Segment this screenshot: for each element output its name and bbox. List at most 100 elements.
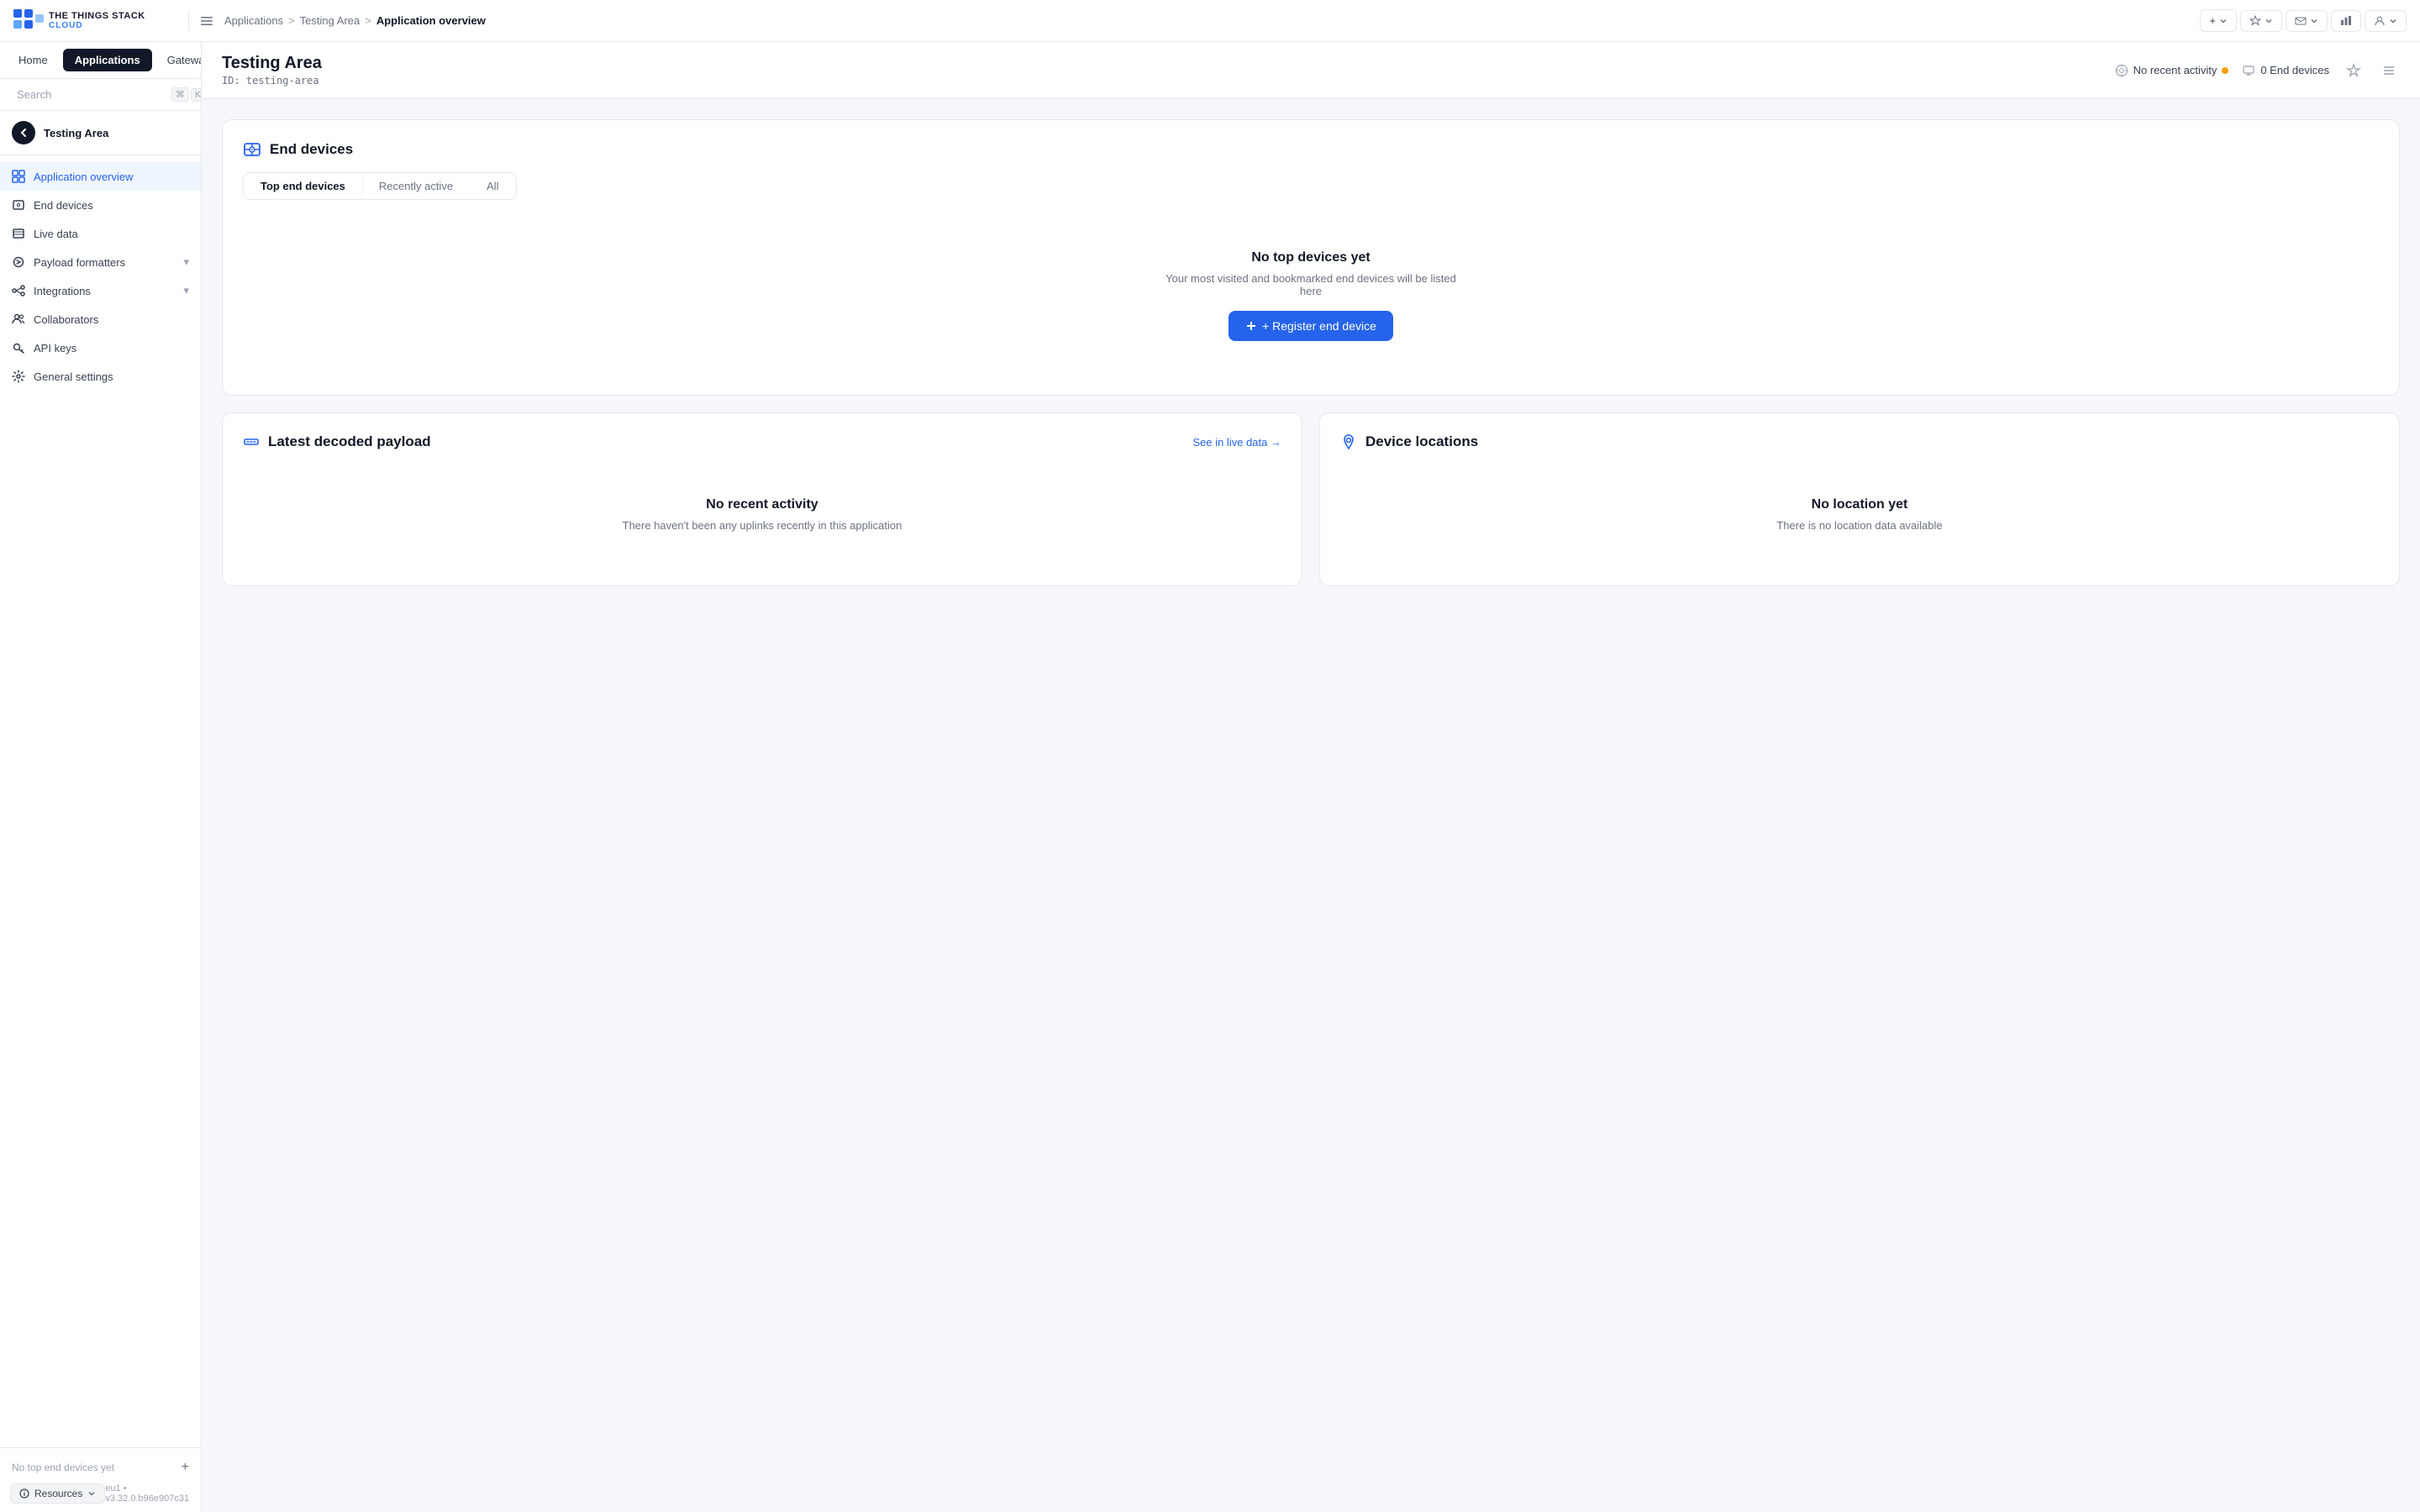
devices-icon — [2242, 64, 2255, 77]
main-layout: Home Applications Gateways ⌘ K Testing A… — [0, 42, 2420, 1512]
payload-title: Latest decoded payload — [268, 433, 431, 450]
register-btn-label: + Register end device — [1262, 319, 1376, 333]
mail-button[interactable] — [2286, 10, 2328, 32]
search-shortcut: ⌘ K — [171, 87, 202, 102]
tab-all[interactable]: All — [470, 173, 515, 199]
no-devices-desc: Your most visited and bookmarked end dev… — [1160, 272, 1462, 297]
activity-icon — [2115, 64, 2128, 77]
sidebar-item-label: Integrations — [34, 285, 91, 297]
sidebar-item-payload-formatters[interactable]: Payload formatters ▾ — [0, 248, 201, 276]
payload-empty-title: No recent activity — [706, 497, 818, 512]
add-device-button[interactable]: + — [182, 1460, 189, 1475]
breadcrumb-testing-area[interactable]: Testing Area — [300, 14, 360, 27]
search-input[interactable] — [17, 88, 165, 101]
payload-icon — [243, 433, 260, 450]
search-cmd-key: ⌘ — [171, 87, 189, 102]
user-button[interactable] — [2365, 10, 2407, 32]
sidebar-collapse-button[interactable] — [196, 10, 218, 32]
chart-icon — [2340, 15, 2352, 27]
sidebar-no-devices: No top end devices yet + — [10, 1457, 191, 1478]
sidebar-app-header: Testing Area — [0, 111, 201, 155]
nav-applications[interactable]: Applications — [63, 49, 152, 71]
chevron-down-icon — [2219, 17, 2228, 25]
location-empty-desc: There is no location data available — [1776, 519, 1942, 532]
app-header-right: No recent activity 0 End devices — [2115, 60, 2400, 81]
end-devices-card-header: End devices — [243, 140, 2379, 159]
chevron-icon: ▾ — [183, 255, 189, 269]
back-arrow-icon — [18, 128, 29, 138]
bookmark-header-button[interactable] — [2343, 60, 2365, 81]
menu-header-button[interactable] — [2378, 60, 2400, 81]
nav-gateways[interactable]: Gateways — [155, 49, 202, 71]
sidebar-bottom-bar: Resources eu1 • v3.32.0.b96e907c31 — [10, 1483, 191, 1504]
resources-button[interactable]: Resources — [10, 1483, 105, 1504]
end-devices-card: End devices Top end devices Recently act… — [222, 119, 2400, 396]
search-bar: ⌘ K — [0, 79, 201, 111]
overview-icon — [12, 170, 25, 183]
main-content-area: Testing Area ID: testing-area No recent … — [202, 42, 2420, 1512]
payload-empty-state: No recent activity There haven't been an… — [243, 464, 1281, 565]
logo-bottom-text: CLOUD — [49, 21, 145, 30]
topbar-divider — [188, 11, 189, 31]
chevron-down-icon — [2265, 17, 2273, 25]
payload-formatters-icon — [12, 255, 25, 269]
end-devices-empty-state: No top devices yet Your most visited and… — [243, 217, 2379, 375]
topbar: THE THINGS STACK CLOUD Applications > Te… — [0, 0, 2420, 42]
breadcrumb: Applications > Testing Area > Applicatio… — [224, 14, 2193, 27]
chevron-down-icon — [2310, 17, 2318, 25]
tab-recently-active[interactable]: Recently active — [362, 173, 470, 199]
location-card-header: Device locations — [1340, 433, 2379, 450]
bottom-cards-row: Latest decoded payload See in live data … — [222, 412, 2400, 586]
no-devices-title: No top devices yet — [1251, 250, 1370, 265]
sidebar-item-label: Application overview — [34, 171, 134, 183]
sidebar-bottom: No top end devices yet + Resources eu1 •… — [0, 1447, 201, 1512]
sidebar-item-api-keys[interactable]: API keys — [0, 333, 201, 362]
no-devices-label: No top end devices yet — [12, 1462, 114, 1473]
app-title: Testing Area — [222, 54, 322, 73]
add-button[interactable]: + — [2200, 9, 2237, 32]
end-devices-status: 0 End devices — [2242, 64, 2329, 77]
sidebar-item-label: Payload formatters — [34, 256, 125, 269]
sidebar-menu: Application overview End devices Live da… — [0, 155, 201, 1447]
end-devices-card-icon — [243, 140, 261, 159]
sidebar-item-integrations[interactable]: Integrations ▾ — [0, 276, 201, 305]
sidebar-item-application-overview[interactable]: Application overview — [0, 162, 201, 191]
back-button[interactable] — [12, 121, 35, 144]
location-title: Device locations — [1365, 433, 1478, 450]
sidebar-item-label: End devices — [34, 199, 93, 212]
sidebar-item-end-devices[interactable]: End devices — [0, 191, 201, 219]
sidebar: Home Applications Gateways ⌘ K Testing A… — [0, 42, 202, 1512]
main-content: End devices Top end devices Recently act… — [202, 99, 2420, 1512]
see-live-data-link[interactable]: See in live data → — [1192, 436, 1281, 449]
sidebar-item-label: Live data — [34, 228, 78, 240]
mail-icon — [2295, 15, 2307, 27]
location-icon — [1340, 433, 1357, 450]
topbar-actions: + — [2200, 9, 2407, 32]
sidebar-item-label: General settings — [34, 370, 113, 383]
breadcrumb-sep1: > — [288, 14, 295, 27]
tab-top-end-devices[interactable]: Top end devices — [244, 173, 362, 199]
app-id: ID: testing-area — [222, 75, 322, 87]
location-card: Device locations No location yet There i… — [1319, 412, 2400, 586]
hamburger-icon — [2381, 63, 2396, 78]
sidebar-item-collaborators[interactable]: Collaborators — [0, 305, 201, 333]
user-icon — [2374, 15, 2386, 27]
plus-icon — [1245, 320, 1257, 332]
chart-button[interactable] — [2331, 10, 2361, 32]
end-devices-tabs: Top end devices Recently active All — [243, 172, 517, 200]
sidebar-app-name: Testing Area — [44, 127, 108, 139]
chevron-down-icon — [87, 1489, 96, 1498]
activity-label: No recent activity — [2133, 64, 2217, 76]
collaborators-icon — [12, 312, 25, 326]
nav-home[interactable]: Home — [7, 49, 60, 71]
search-k-key: K — [191, 88, 202, 102]
resources-icon — [19, 1488, 29, 1499]
payload-card-header: Latest decoded payload See in live data … — [243, 433, 1281, 450]
api-keys-icon — [12, 341, 25, 354]
bookmark-button[interactable] — [2240, 10, 2282, 32]
breadcrumb-applications[interactable]: Applications — [224, 14, 283, 27]
sidebar-item-live-data[interactable]: Live data — [0, 219, 201, 248]
sidebar-item-general-settings[interactable]: General settings — [0, 362, 201, 391]
app-header: Testing Area ID: testing-area No recent … — [202, 42, 2420, 99]
register-end-device-button[interactable]: + Register end device — [1228, 311, 1393, 341]
